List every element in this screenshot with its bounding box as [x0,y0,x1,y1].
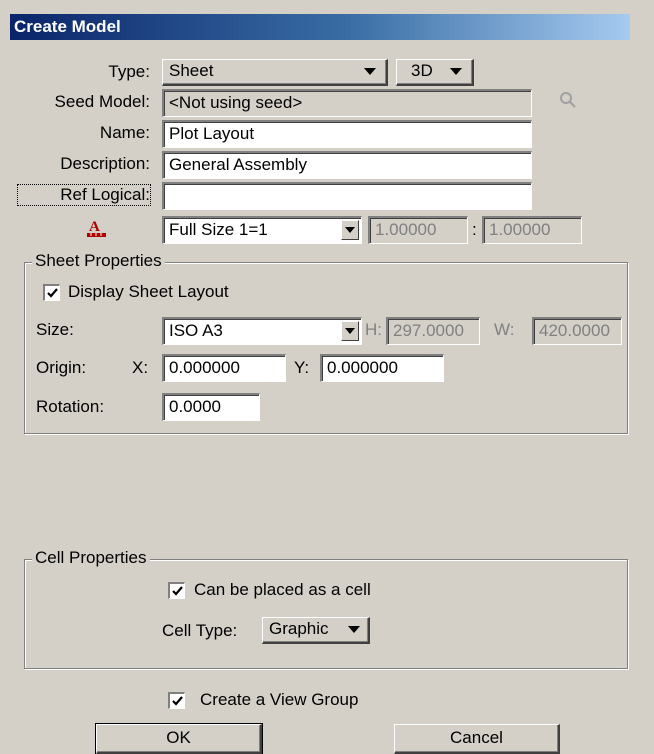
scale-separator: : [472,220,477,239]
magnifier-icon[interactable] [558,90,578,110]
type-value: Sheet [169,61,214,80]
size-label: Size: [36,320,74,339]
ok-button[interactable]: OK [95,723,263,754]
chevron-down-icon [364,68,376,75]
origin-x-label: X: [132,358,149,377]
size-value: ISO A3 [169,321,223,340]
chevron-down-icon [450,68,462,75]
scale-numerator-field: 1.00000 [368,216,468,244]
chevron-down-icon [341,321,359,341]
display-sheet-layout-label: Display Sheet Layout [68,282,229,301]
height-label: H: [365,320,382,339]
seed-model-label: Seed Model: [54,92,150,111]
origin-y-label: Y: [294,358,310,377]
annotation-scale-icon[interactable]: A [85,217,109,239]
display-sheet-layout-checkbox[interactable] [43,284,60,301]
cell-type-dropdown[interactable]: Graphic [262,617,370,644]
svg-text:A: A [89,219,100,235]
title-bar[interactable]: Create Model [10,14,630,40]
scale-dropdown[interactable]: Full Size 1=1 [162,216,362,244]
cell-type-value: Graphic [269,619,329,638]
description-field[interactable]: General Assembly [162,151,532,179]
description-label: Description: [60,154,150,173]
name-label: Name: [99,123,150,142]
rotation-field[interactable]: 0.0000 [162,393,260,421]
dimension-value: 3D [411,61,433,80]
scale-value: Full Size 1=1 [169,220,268,239]
width-label: W: [494,320,515,339]
type-label: Type: [108,62,150,81]
height-field: 297.0000 [386,317,480,345]
ref-logical-field[interactable] [162,182,532,210]
scale-denominator-field: 1.00000 [482,216,582,244]
width-field: 420.0000 [532,317,622,345]
create-model-dialog: Type: Sheet 3D Seed Model: <Not using se… [10,40,630,754]
dimension-dropdown[interactable]: 3D [396,59,474,86]
sheet-properties-title: Sheet Properties [32,251,165,271]
view-group-checkbox[interactable] [168,692,185,709]
origin-x-field[interactable]: 0.000000 [162,354,286,382]
cell-properties-group [24,559,628,669]
name-field[interactable]: Plot Layout [162,120,532,148]
type-dropdown[interactable]: Sheet [162,59,388,86]
cancel-button[interactable]: Cancel [394,724,560,754]
cell-type-label: Cell Type: [162,621,238,640]
view-group-label: Create a View Group [200,690,359,709]
seed-model-field[interactable]: <Not using seed> [162,89,532,117]
chevron-down-icon [341,220,359,240]
cell-properties-title: Cell Properties [32,548,150,568]
window-title: Create Model [14,17,121,36]
origin-y-field[interactable]: 0.000000 [320,354,444,382]
rotation-label: Rotation: [36,397,105,416]
ref-logical-label: Ref Logical: [17,184,151,206]
chevron-down-icon [348,626,360,633]
origin-label: Origin: [36,358,87,377]
placeable-cell-label: Can be placed as a cell [194,580,371,599]
placeable-cell-checkbox[interactable] [168,582,185,599]
size-dropdown[interactable]: ISO A3 [162,317,362,345]
